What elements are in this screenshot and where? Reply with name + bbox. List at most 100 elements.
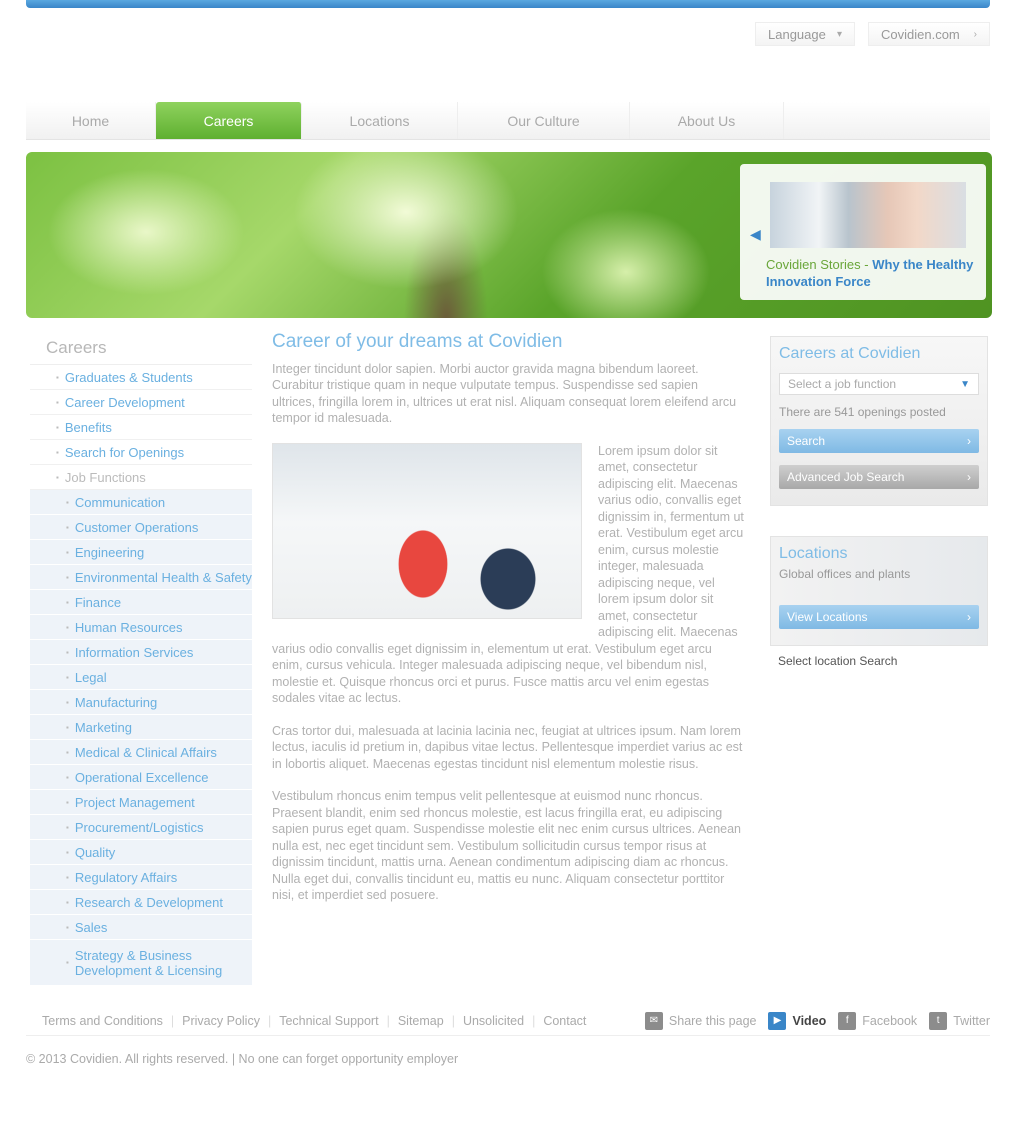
select-value: Select a job function [788,377,897,391]
bullet-icon: ▪ [66,672,69,682]
sidebar-item-job-functions[interactable]: ▪ Job Functions [30,465,252,490]
submenu-item-label: Marketing [74,719,132,735]
body-paragraph-3: Vestibulum rhoncus enim tempus velit pel… [272,789,742,902]
facebook-link[interactable]: f Facebook [838,1011,917,1030]
submenu-item-label: Research & Development [74,894,223,910]
sidebar-item-graduates[interactable]: ▪ Graduates & Students [30,365,252,390]
submenu-item[interactable]: ▪ Customer Operations [30,515,252,540]
select-location-link[interactable]: Select location [778,654,856,668]
main-content: Career of your dreams at Covidien Intege… [272,332,744,920]
bullet-icon: ▪ [66,622,69,632]
submenu-item[interactable]: ▪ Environmental Health & Safety [30,565,252,590]
footer-link-terms[interactable]: Terms and Conditions [42,1014,163,1028]
twitter-link[interactable]: t Twitter [929,1011,990,1030]
nav-careers[interactable]: Careers [156,102,302,139]
view-locations-label: View Locations [787,610,868,624]
footer-link-support[interactable]: Technical Support [279,1014,378,1028]
covidien-site-link[interactable]: Covidien.com › [868,22,990,46]
submenu-item[interactable]: ▪ Manufacturing [30,690,252,715]
submenu-item[interactable]: ▪ Information Services [30,640,252,665]
bullet-icon: ▪ [56,422,59,432]
sidebar-item-benefits[interactable]: ▪ Benefits [30,415,252,440]
view-locations-button[interactable]: View Locations › [779,605,979,629]
submenu-item[interactable]: ▪ Procurement/Logistics [30,815,252,840]
language-selector[interactable]: Language ▾ [755,22,855,46]
search-button[interactable]: Search › [779,429,979,453]
bullet-icon: ▪ [66,797,69,807]
submenu-item-label: Regulatory Affairs [74,869,178,885]
arrow-left-icon[interactable]: ◀ [750,226,761,243]
sidebar-item-career-development[interactable]: ▪ Career Development [30,390,252,415]
locations-box: Locations Global offices and plants View… [770,536,988,646]
feature-caption-lead: Covidien Stories - [766,257,869,272]
social-links: ✉ Share this page ▶ Video f Facebook t Twitt… [633,1011,990,1030]
advanced-search-button[interactable]: Advanced Job Search › [779,465,979,489]
submenu-item[interactable]: ▪ Finance [30,590,252,615]
bullet-icon: ▪ [66,647,69,657]
submenu-item[interactable]: ▪ Engineering [30,540,252,565]
bullet-icon: ▪ [66,722,69,732]
sidebar-item-search-openings[interactable]: ▪ Search for Openings [30,440,252,465]
footer-link-unsolicited[interactable]: Unsolicited [463,1014,524,1028]
submenu-item[interactable]: ▪ Human Resources [30,615,252,640]
video-icon: ▶ [768,1011,787,1030]
submenu-item[interactable]: ▪ Research & Development [30,890,252,915]
separator: | [170,1013,175,1028]
separator: | [451,1013,455,1028]
bullet-icon: ▪ [56,372,59,382]
feature-story[interactable]: ◀ Covidien Stories - Why the Healthy Inn… [740,164,986,300]
locations-box-title: Locations [779,545,848,562]
covidien-label: Covidien.com [881,26,960,42]
footer-link-contact[interactable]: Contact [543,1014,586,1028]
nav-home[interactable]: Home [26,102,156,139]
submenu-item[interactable]: ▪ Legal [30,665,252,690]
bullet-icon: ▪ [66,522,69,532]
submenu-item-label: Quality [74,844,116,860]
top-accent-bar [26,0,990,8]
sidebar-item-label: Job Functions [64,469,146,485]
chevron-right-icon: › [967,434,971,448]
locations-box-links: Select location Search [770,646,988,676]
chevron-down-icon: ▼ [960,378,970,390]
submenu-item[interactable]: ▪ Strategy & Business Development & Licen… [30,940,252,986]
submenu-item[interactable]: ▪ Medical & Clinical Affairs [30,740,252,765]
feature-caption[interactable]: Covidien Stories - Why the Healthy Innov… [766,256,976,290]
twitter-label: Twitter [953,1013,990,1028]
sidebar: Careers ▪ Graduates & Students ▪ Career De… [30,338,252,986]
job-functions-submenu: ▪ Communication ▪ Customer Operations ▪ Eng… [30,490,252,986]
submenu-item-label: Sales [74,919,108,935]
footer-link-privacy[interactable]: Privacy Policy [182,1014,260,1028]
submenu-item-label: Medical & Clinical Affairs [74,744,217,760]
share-page-link[interactable]: ✉ Share this page [644,1011,756,1030]
video-link[interactable]: ▶ Video [768,1011,827,1030]
video-label: Video [792,1013,827,1028]
submenu-item[interactable]: ▪ Sales [30,915,252,940]
submenu-item-label: Project Management [74,794,195,810]
footer: Terms and Conditions | Privacy Policy | Te… [26,1006,990,1036]
feature-thumbnail[interactable] [770,182,966,248]
chevron-down-icon: ▾ [836,28,842,40]
submenu-item[interactable]: ▪ Marketing [30,715,252,740]
openings-count: There are 541 openings posted [779,405,946,419]
job-function-select[interactable]: Select a job function ▼ [779,373,979,395]
submenu-item[interactable]: ▪ Operational Excellence [30,765,252,790]
careers-box-title: Careers at Covidien [779,345,921,362]
submenu-item[interactable]: ▪ Project Management [30,790,252,815]
bullet-icon: ▪ [66,597,69,607]
nav-our-culture[interactable]: Our Culture [458,102,630,139]
search-link[interactable]: Search [859,654,897,668]
copyright: © 2013 Covidien. All rights reserved. | … [26,1052,459,1066]
nav-locations[interactable]: Locations [302,102,458,139]
nav-about-us[interactable]: About Us [630,102,784,139]
submenu-item-label: Environmental Health & Safety [74,569,252,585]
bullet-icon: ▪ [66,847,69,857]
submenu-item[interactable]: ▪ Quality [30,840,252,865]
sidebar-item-label: Search for Openings [64,444,185,460]
separator: | [267,1013,272,1028]
bullet-icon: ▪ [66,547,69,557]
facebook-icon: f [838,1011,857,1030]
submenu-item[interactable]: ▪ Regulatory Affairs [30,865,252,890]
submenu-item[interactable]: ▪ Communication [30,490,252,515]
footer-link-sitemap[interactable]: Sitemap [398,1014,444,1028]
career-photo [272,442,582,619]
